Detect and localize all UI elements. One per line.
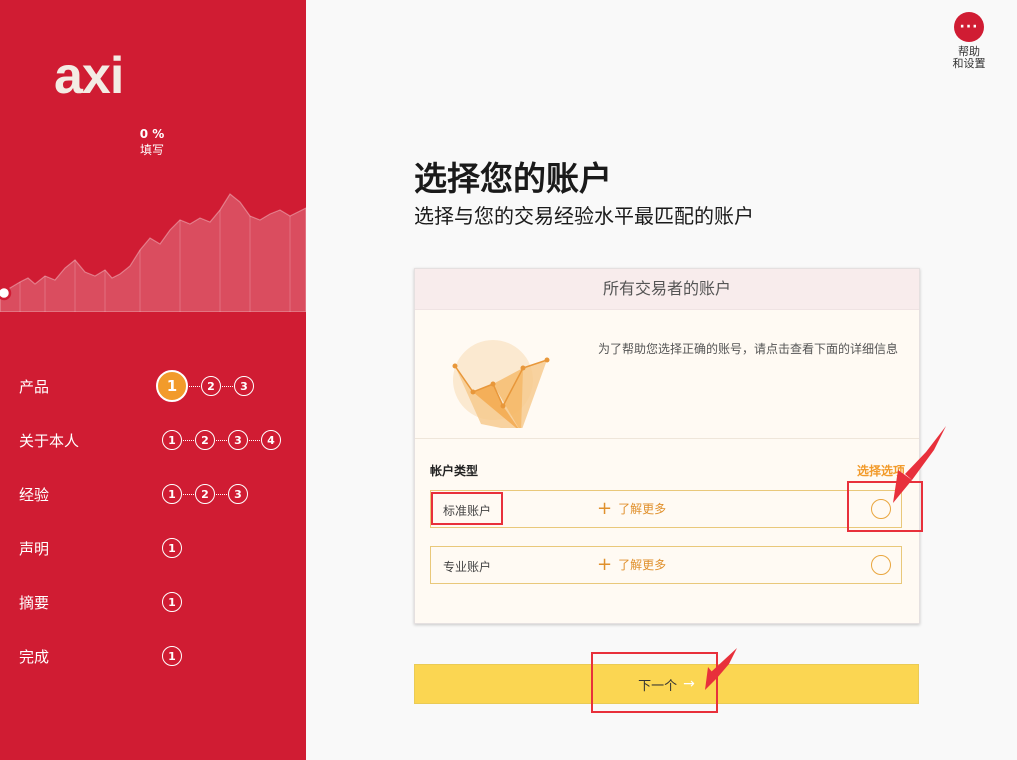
annotation-arrow xyxy=(711,648,737,678)
annotation-arrow xyxy=(905,426,946,480)
annotation-arrows xyxy=(705,426,946,690)
